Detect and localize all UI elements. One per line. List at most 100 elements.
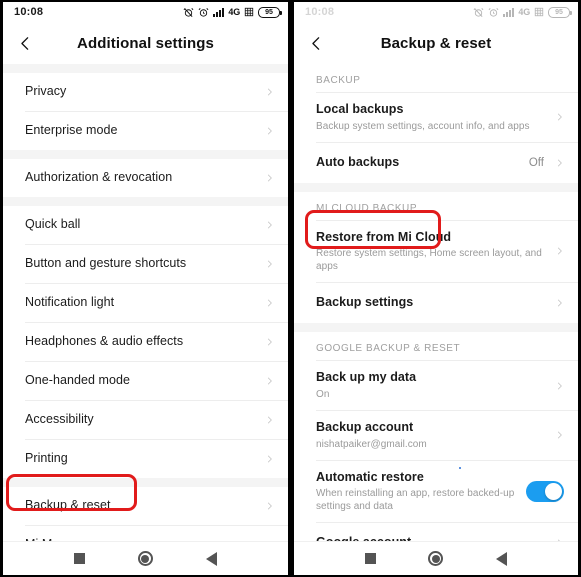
list-item-subtitle: nishatpaiker@gmail.com (316, 438, 427, 450)
recents-button[interactable] (353, 542, 389, 576)
list-item-backup-account[interactable]: Backup account nishatpaiker@gmail.com (294, 410, 578, 460)
left-navigation-bar (3, 541, 288, 575)
list-item-backup-reset[interactable]: Backup & reset (3, 487, 288, 525)
group-gap (3, 197, 288, 206)
battery-level-label: 95 (265, 8, 273, 16)
chevron-right-icon (552, 379, 564, 393)
list-item-label: Enterprise mode (25, 123, 118, 138)
vpn-icon (534, 7, 544, 17)
alarm-off-icon (183, 7, 194, 18)
section-header-backup: BACKUP (294, 64, 578, 92)
status-icons: 4G 95 (183, 6, 282, 18)
settings-group: Privacy Enterprise mode (3, 73, 288, 150)
chevron-right-icon (262, 171, 274, 185)
list-item-label: Back up my data (316, 370, 417, 385)
chevron-right-icon (262, 499, 274, 513)
right-app-bar: Backup & reset (294, 22, 578, 64)
battery-level-label: 95 (555, 8, 563, 16)
list-item-subtitle: On (316, 388, 330, 400)
list-item-label: Backup & reset (25, 498, 111, 513)
circle-icon (428, 551, 444, 566)
signal-bars-icon (503, 7, 515, 17)
list-item-backup-settings[interactable]: Backup settings (294, 283, 578, 324)
list-item-automatic-restore[interactable]: Automatic restore When reinstalling an a… (294, 460, 578, 523)
list-item-label: Authorization & revocation (25, 170, 173, 185)
list-item-value: Off (528, 156, 544, 169)
right-settings-list[interactable]: BACKUP Local backups Backup system setti… (294, 64, 578, 575)
chevron-right-icon (262, 85, 274, 99)
chevron-right-icon (552, 244, 564, 258)
notification-dot (459, 466, 461, 469)
left-status-bar: 10:08 4G 95 (3, 2, 288, 22)
list-item-accessibility[interactable]: Accessibility (3, 401, 288, 439)
right-status-bar: 10:08 4G 95 (294, 2, 578, 22)
vpn-icon (244, 7, 254, 17)
status-time: 10:08 (14, 6, 44, 18)
automatic-restore-toggle[interactable] (526, 480, 564, 502)
alarm-off-icon (473, 7, 484, 18)
home-button[interactable] (418, 542, 454, 576)
alarm-icon (198, 7, 209, 18)
left-settings-list[interactable]: Privacy Enterprise mode Authorization & … (3, 64, 288, 575)
battery-icon: 95 (258, 6, 282, 18)
status-time: 10:08 (305, 6, 335, 18)
back-button[interactable] (193, 542, 229, 576)
list-item-label: Headphones & audio effects (25, 334, 184, 349)
recents-button[interactable] (62, 542, 98, 576)
chevron-right-icon (262, 452, 274, 466)
back-button[interactable] (483, 542, 519, 576)
network-type-label: 4G (228, 6, 240, 17)
list-item-privacy[interactable]: Privacy (3, 73, 288, 111)
chevron-right-icon (262, 413, 274, 427)
list-item-headphones-audio-effects[interactable]: Headphones & audio effects (3, 323, 288, 361)
network-type-label: 4G (518, 6, 530, 17)
list-item-auto-backups[interactable]: Auto backups Off (294, 142, 578, 183)
list-item-label: Restore from Mi Cloud (316, 229, 452, 244)
square-icon (365, 553, 377, 564)
triangle-icon (205, 551, 217, 566)
list-item-subtitle: Backup system settings, account info, an… (316, 120, 530, 132)
section-header-mi-cloud-backup: MI CLOUD BACKUP (294, 191, 578, 220)
chevron-right-icon (552, 156, 564, 170)
chevron-right-icon (262, 124, 274, 138)
chevron-right-icon (262, 335, 274, 349)
list-item-label: Auto backups (316, 154, 400, 169)
chevron-right-icon (552, 428, 564, 442)
list-item-local-backups[interactable]: Local backups Backup system settings, ac… (294, 93, 578, 142)
list-item-authorization-revocation[interactable]: Authorization & revocation (3, 159, 288, 197)
left-phone-screen: 10:08 4G 95 Additional settings Privacy … (1, 0, 289, 577)
home-button[interactable] (127, 542, 163, 576)
triangle-icon (495, 551, 507, 566)
group-gap (294, 182, 578, 192)
group-gap (294, 323, 578, 333)
list-item-notification-light[interactable]: Notification light (3, 284, 288, 322)
list-item-restore-from-mi-cloud[interactable]: Restore from Mi Cloud Restore system set… (294, 220, 578, 283)
list-item-printing[interactable]: Printing (3, 440, 288, 478)
back-chevron-icon[interactable] (3, 22, 47, 64)
list-item-label: Button and gesture shortcuts (25, 256, 187, 271)
list-item-one-handed-mode[interactable]: One-handed mode (3, 362, 288, 400)
chevron-right-icon (552, 296, 564, 310)
settings-section-google-backup-reset: GOOGLE BACKUP & RESET Back up my data On… (294, 332, 578, 564)
list-item-label: One-handed mode (25, 373, 130, 388)
status-icons: 4G 95 (473, 6, 572, 18)
left-app-bar: Additional settings (3, 22, 288, 64)
list-item-back-up-my-data[interactable]: Back up my data On (294, 361, 578, 410)
list-item-subtitle: Restore system settings, Home screen lay… (316, 248, 542, 273)
right-navigation-bar (294, 541, 578, 575)
list-item-label: Local backups (316, 102, 404, 116)
list-item-quick-ball[interactable]: Quick ball (3, 206, 288, 244)
list-item-enterprise-mode[interactable]: Enterprise mode (3, 112, 288, 150)
back-chevron-icon[interactable] (294, 22, 338, 64)
battery-icon: 95 (548, 6, 572, 18)
list-item-button-gesture-shortcuts[interactable]: Button and gesture shortcuts (3, 245, 288, 283)
list-item-label: Privacy (25, 84, 67, 99)
list-item-label: Notification light (25, 295, 115, 310)
settings-group: Authorization & revocation (3, 159, 288, 197)
group-gap (3, 478, 288, 487)
settings-group: Quick ball Button and gesture shortcuts … (3, 206, 288, 478)
list-item-label: Printing (25, 451, 68, 466)
screenshot-root: 10:08 4G 95 Additional settings Privacy … (0, 0, 581, 577)
list-item-label: Quick ball (25, 217, 81, 232)
alarm-icon (488, 7, 499, 18)
